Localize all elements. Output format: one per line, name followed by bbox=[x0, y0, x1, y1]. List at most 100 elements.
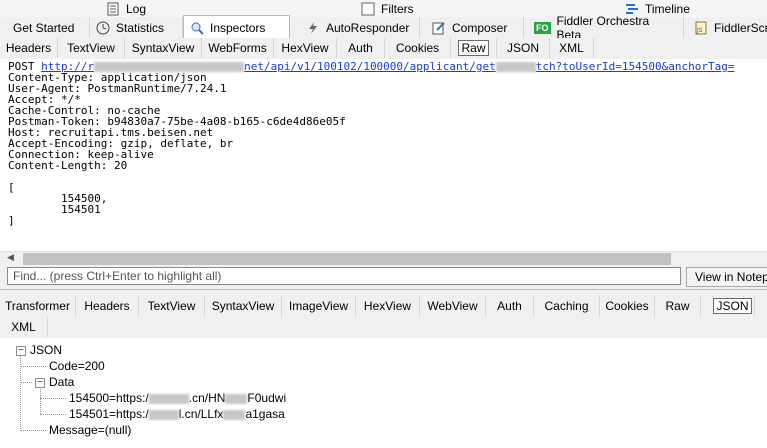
resp-tab-auth[interactable]: Auth bbox=[486, 295, 534, 317]
resp-tab-headers-label: Headers bbox=[84, 299, 130, 313]
resp-tab-webview[interactable]: WebView bbox=[420, 295, 486, 317]
request-url-query: tch?toUserId=154500&anchorTag= bbox=[535, 60, 735, 73]
item1-prefix: 154500=https:/ bbox=[69, 391, 149, 405]
log-icon bbox=[106, 2, 120, 16]
tree-node-item-154501[interactable]: 154501=https:/ l.cn/LLfx a1gasa bbox=[69, 407, 285, 421]
req-tab-auth-label: Auth bbox=[348, 41, 373, 55]
req-tab-syntaxview[interactable]: SyntaxView bbox=[125, 38, 202, 58]
resp-tab-hexview[interactable]: HexView bbox=[356, 295, 420, 317]
horizontal-scrollbar[interactable]: ◀ bbox=[0, 251, 767, 267]
tab-statistics-label: Statistics bbox=[116, 20, 165, 35]
scroll-left-arrow-icon[interactable]: ◀ bbox=[7, 252, 14, 263]
req-tab-hexview-label: HexView bbox=[281, 41, 329, 55]
svg-text:JS: JS bbox=[696, 27, 703, 34]
resp-tab-transformer-label: Transformer bbox=[5, 299, 70, 313]
raw-request-text: POST http://r net/api/v1/100102/100000/ap… bbox=[0, 59, 767, 226]
item2-tail: a1gasa bbox=[245, 407, 285, 421]
resp-tab-xml-label: XML bbox=[11, 320, 36, 334]
resp-tab-transformer[interactable]: Transformer bbox=[0, 295, 76, 317]
resp-tab-cookies-label: Cookies bbox=[605, 299, 649, 313]
resp-tab-json[interactable]: JSON bbox=[711, 295, 755, 317]
req-tab-raw[interactable]: Raw bbox=[451, 38, 497, 58]
view-in-notepad-button[interactable]: View in Notepad bbox=[686, 267, 767, 287]
req-tab-auth[interactable]: Auth bbox=[337, 38, 385, 58]
resp-tab-auth-label: Auth bbox=[497, 299, 522, 313]
tree-node-item-154500[interactable]: 154500=https:/ .cn/HN F0udwi bbox=[69, 391, 286, 405]
find-input[interactable]: Find... (press Ctrl+Enter to highlight a… bbox=[7, 267, 681, 285]
req-tab-webforms[interactable]: WebForms bbox=[202, 38, 274, 58]
tab-composer-label: Composer bbox=[452, 20, 508, 35]
response-tab-row-2: XML bbox=[0, 317, 767, 339]
request-url-link[interactable]: http://r net/api/v1/100102/100000/applica… bbox=[41, 60, 734, 73]
tree-node-code[interactable]: Code=200 bbox=[49, 359, 105, 373]
resp-tab-imageview[interactable]: ImageView bbox=[282, 295, 356, 317]
fiddlerscript-icon: JS bbox=[694, 21, 708, 35]
req-tab-textview-label: TextView bbox=[67, 41, 115, 55]
tab-inspectors[interactable]: Inspectors bbox=[183, 15, 290, 39]
fo-badge-icon: FO bbox=[534, 21, 551, 34]
redacted-id-1 bbox=[225, 393, 248, 404]
tree-node-json[interactable]: JSON bbox=[30, 343, 62, 357]
redacted-path bbox=[495, 62, 536, 72]
find-bar: Find... (press Ctrl+Enter to highlight a… bbox=[0, 266, 767, 290]
request-tab-row: Headers TextView SyntaxView WebForms Hex… bbox=[0, 38, 767, 60]
statistics-icon bbox=[96, 21, 110, 35]
collapse-data-icon[interactable]: − bbox=[35, 378, 45, 388]
tree-line-code bbox=[20, 366, 46, 367]
composer-icon bbox=[432, 21, 446, 35]
json-tree-view[interactable]: − JSON Code=200 − Data 154500=https:/ .cn… bbox=[0, 338, 767, 448]
tab-log[interactable]: Log bbox=[106, 0, 146, 17]
item2-prefix: 154501=https:/ bbox=[69, 407, 149, 421]
tab-fiddler-orchestra[interactable]: FO Fiddler Orchestra Beta bbox=[524, 14, 684, 42]
tab-log-label: Log bbox=[126, 1, 147, 16]
tab-get-started-label: Get Started bbox=[13, 20, 75, 35]
req-tab-json-label: JSON bbox=[506, 41, 539, 55]
item1-tail: F0udwi bbox=[247, 391, 287, 405]
redacted-domain-2 bbox=[148, 409, 179, 420]
req-tab-xml[interactable]: XML bbox=[550, 38, 594, 58]
req-tab-cookies[interactable]: Cookies bbox=[385, 38, 451, 58]
request-headers-text: Content-Type: application/json User-Agen… bbox=[8, 71, 346, 172]
req-tab-raw-label: Raw bbox=[458, 40, 489, 56]
raw-request-view[interactable]: POST http://r net/api/v1/100102/100000/ap… bbox=[0, 59, 767, 251]
item2-mid: l.cn/LLfx bbox=[178, 407, 224, 421]
tab-get-started[interactable]: Get Started bbox=[0, 17, 90, 38]
req-tab-hexview[interactable]: HexView bbox=[274, 38, 337, 58]
resp-tab-caching[interactable]: Caching bbox=[534, 295, 600, 317]
tree-node-data[interactable]: Data bbox=[49, 375, 74, 389]
req-tab-headers-label: Headers bbox=[5, 41, 52, 55]
tab-statistics[interactable]: Statistics bbox=[90, 17, 183, 38]
filters-checkbox-icon bbox=[361, 2, 375, 16]
tab-autoresponder-label: AutoResponder bbox=[326, 20, 410, 35]
resp-tab-cookies[interactable]: Cookies bbox=[600, 295, 655, 317]
resp-tab-xml[interactable]: XML bbox=[0, 317, 48, 337]
resp-tab-raw[interactable]: Raw bbox=[655, 295, 701, 317]
resp-tab-textview[interactable]: TextView bbox=[139, 295, 205, 317]
scrollbar-thumb[interactable] bbox=[23, 253, 671, 265]
request-url-path: net/api/v1/100102/100000/applicant/get bbox=[244, 60, 496, 73]
tree-line-item2 bbox=[40, 414, 66, 415]
tree-line-item1 bbox=[40, 398, 66, 399]
resp-tab-caching-label: Caching bbox=[544, 299, 589, 313]
tab-autoresponder[interactable]: AutoResponder bbox=[290, 17, 420, 38]
tab-inspectors-label: Inspectors bbox=[210, 20, 266, 35]
req-tab-textview[interactable]: TextView bbox=[58, 38, 125, 58]
collapse-json-icon[interactable]: − bbox=[16, 346, 26, 356]
tab-fiddlerscript[interactable]: JS FiddlerScrip bbox=[684, 17, 767, 38]
redacted-id-2 bbox=[223, 409, 246, 420]
tree-line-data-children bbox=[40, 387, 41, 414]
tab-fiddlerscript-label: FiddlerScrip bbox=[714, 20, 767, 35]
req-tab-json[interactable]: JSON bbox=[497, 38, 550, 58]
resp-tab-headers[interactable]: Headers bbox=[76, 295, 139, 317]
resp-tab-syntaxview[interactable]: SyntaxView bbox=[205, 295, 282, 317]
tab-composer[interactable]: Composer bbox=[420, 17, 524, 38]
req-tab-headers[interactable]: Headers bbox=[0, 38, 58, 58]
inspectors-icon bbox=[190, 21, 204, 35]
tab-filters[interactable]: Filters bbox=[361, 0, 414, 17]
tree-node-message[interactable]: Message=(null) bbox=[49, 423, 131, 437]
req-tab-webforms-label: WebForms bbox=[208, 41, 267, 55]
resp-tab-json-label: JSON bbox=[713, 298, 752, 314]
resp-tab-hexview-label: HexView bbox=[363, 299, 412, 313]
resp-tab-webview-label: WebView bbox=[427, 299, 478, 313]
response-tab-row: Transformer Headers TextView SyntaxView … bbox=[0, 295, 767, 318]
